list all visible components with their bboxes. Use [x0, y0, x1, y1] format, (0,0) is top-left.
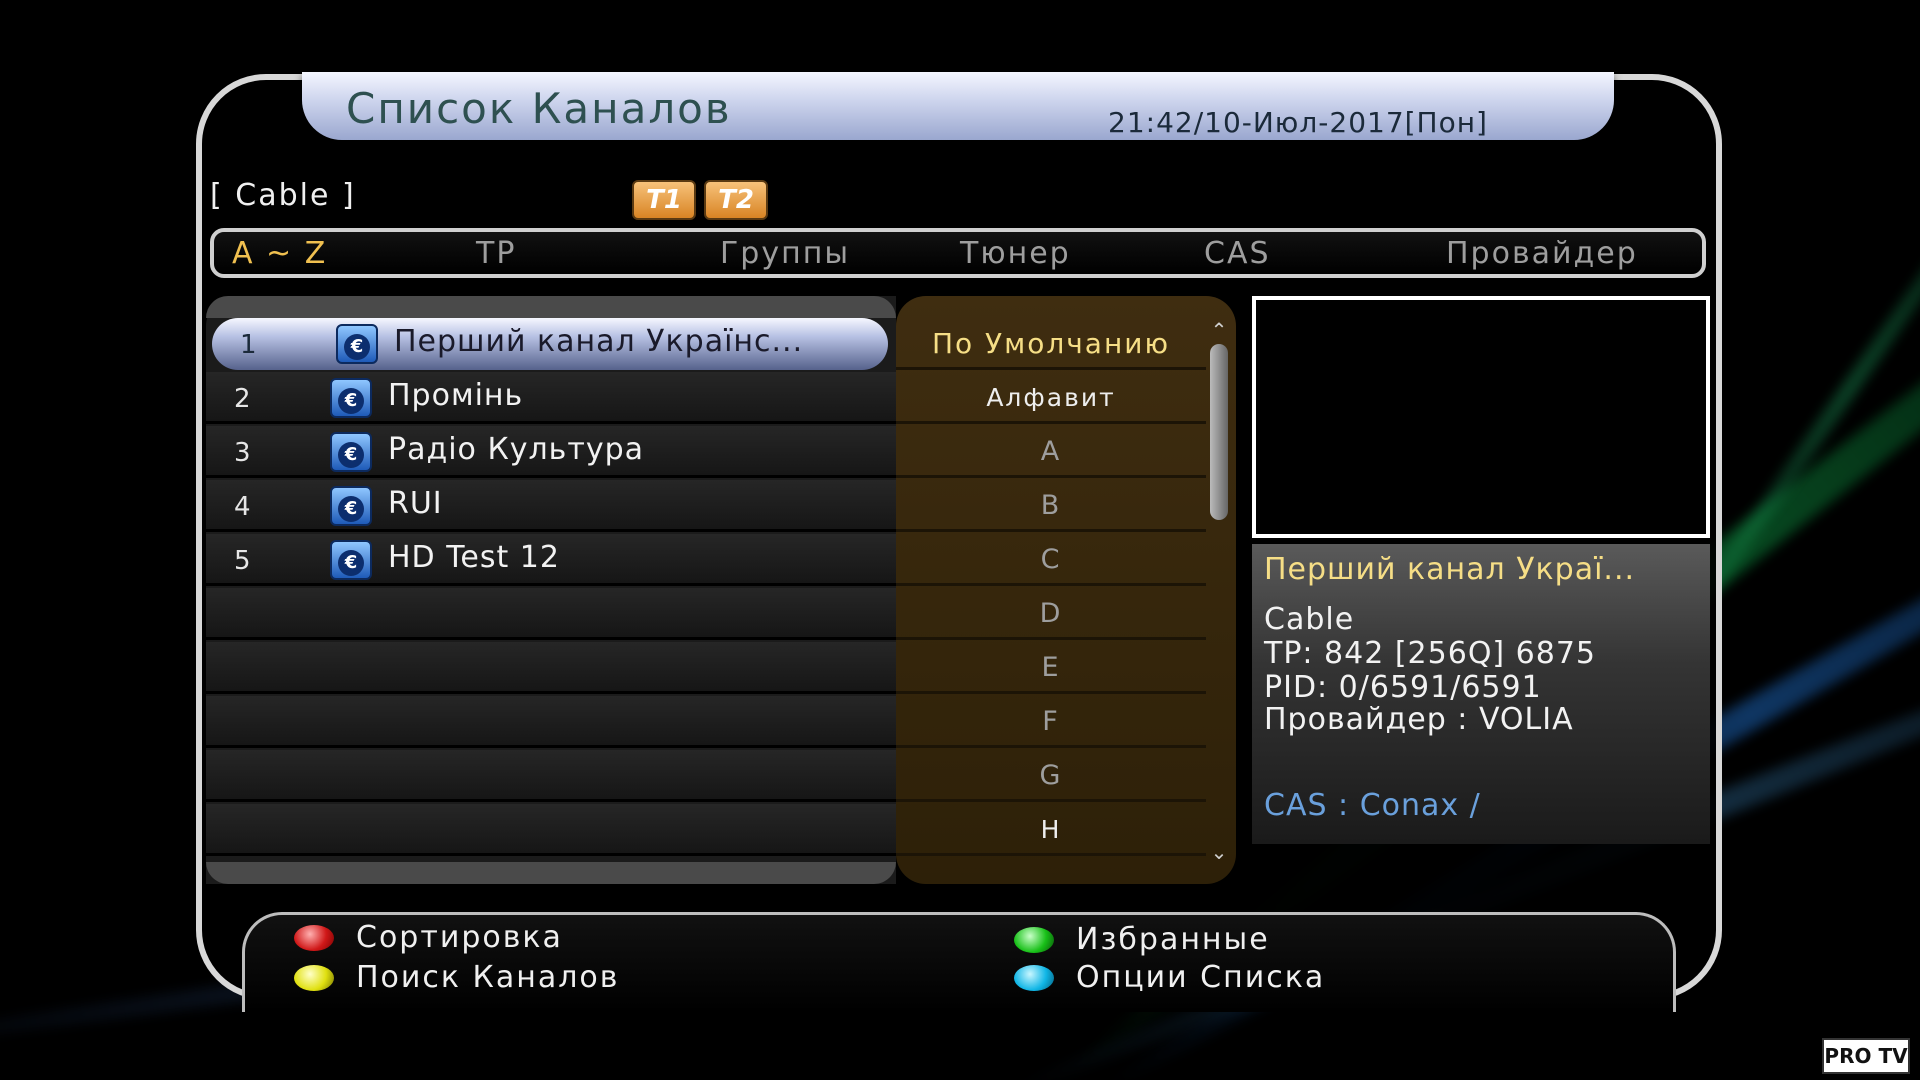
red-key-sort[interactable]: Сортировка: [294, 920, 563, 955]
sort-option-letter[interactable]: F: [896, 696, 1206, 748]
channel-list-top: [206, 296, 896, 318]
info-channel-name: Перший канал Украї...: [1264, 552, 1636, 587]
info-cas: CAS : Conax /: [1264, 788, 1481, 823]
tab-tuner[interactable]: Тюнер: [960, 236, 1071, 271]
tuner-t1-badge: T1: [632, 180, 696, 220]
tab-a-z[interactable]: A ~ Z: [232, 236, 327, 271]
euro-cas-icon: €: [336, 324, 378, 364]
tab-cas[interactable]: CAS: [1204, 236, 1271, 271]
tab-provider[interactable]: Провайдер: [1446, 236, 1638, 271]
channel-number: 2: [234, 384, 251, 414]
scroll-down-icon[interactable]: ⌄: [1206, 842, 1232, 862]
scroll-up-icon[interactable]: ⌃: [1206, 320, 1232, 340]
channel-name: Перший канал Українс...: [394, 324, 804, 359]
info-pid: PID: 0/6591/6591: [1264, 670, 1542, 705]
page-title: Список Каналов: [346, 84, 732, 133]
red-button-icon: [294, 924, 334, 951]
red-key-label: Сортировка: [356, 920, 563, 955]
yellow-key-search[interactable]: Поиск Каналов: [294, 960, 619, 995]
channel-row[interactable]: 1 € Перший канал Українс...: [212, 318, 888, 370]
euro-cas-icon: €: [330, 486, 372, 526]
info-source: Cable: [1264, 602, 1355, 637]
channel-row[interactable]: 5 € HD Test 12: [206, 534, 896, 586]
channel-name: Промінь: [388, 378, 524, 413]
euro-cas-icon: €: [330, 432, 372, 472]
sort-option-default[interactable]: По Умолчанию: [896, 318, 1206, 370]
sort-tabs: A ~ Z TP Группы Тюнер CAS Провайдер: [210, 228, 1706, 278]
datetime: 21:42/10-Июл-2017[Пон]: [1108, 106, 1488, 139]
sort-option-letter[interactable]: C: [896, 534, 1206, 586]
video-preview: [1252, 296, 1710, 538]
tuner-badges: T1 T2: [632, 180, 768, 220]
sort-option-letter[interactable]: E: [896, 642, 1206, 694]
empty-row: [206, 804, 896, 856]
source-label: [ Cable ]: [210, 178, 356, 213]
scrollbar-thumb[interactable]: [1210, 344, 1228, 520]
sort-option-alphabet[interactable]: Алфавит: [896, 372, 1206, 424]
empty-row: [206, 750, 896, 802]
empty-row: [206, 696, 896, 748]
channel-number: 1: [240, 330, 257, 360]
sort-option-letter[interactable]: D: [896, 588, 1206, 640]
sort-option-letter[interactable]: G: [896, 750, 1206, 802]
tab-groups[interactable]: Группы: [720, 236, 850, 271]
channel-row[interactable]: 4 € RUI: [206, 480, 896, 532]
green-button-icon: [1014, 926, 1054, 953]
channel-number: 5: [234, 546, 251, 576]
sort-option-letter[interactable]: H: [896, 804, 1206, 856]
channel-row[interactable]: 3 € Радіо Культура: [206, 426, 896, 478]
tab-tp[interactable]: TP: [476, 236, 516, 271]
channel-number: 4: [234, 492, 251, 522]
euro-cas-icon: €: [330, 540, 372, 580]
blue-key-options[interactable]: Опции Списка: [1014, 960, 1325, 995]
channel-list-bottom: [206, 862, 896, 884]
empty-row: [206, 588, 896, 640]
info-provider: Провайдер : VOLIA: [1264, 702, 1574, 737]
info-tp: TP: 842 [256Q] 6875: [1264, 636, 1597, 671]
channel-name: Радіо Культура: [388, 432, 645, 467]
watermark-logo: PRO TV: [1822, 1038, 1910, 1074]
green-key-label: Избранные: [1076, 922, 1270, 957]
green-key-favorites[interactable]: Избранные: [1014, 922, 1270, 957]
sort-option-letter[interactable]: A: [896, 426, 1206, 478]
blue-key-label: Опции Списка: [1076, 960, 1326, 995]
yellow-key-label: Поиск Каналов: [356, 960, 620, 995]
channel-name: RUI: [388, 486, 443, 521]
yellow-button-icon: [294, 964, 334, 991]
channel-row[interactable]: 2 € Промінь: [206, 372, 896, 424]
tuner-t2-badge: T2: [704, 180, 768, 220]
empty-row: [206, 642, 896, 694]
sort-option-letter[interactable]: B: [896, 480, 1206, 532]
euro-cas-icon: €: [330, 378, 372, 418]
blue-button-icon: [1014, 964, 1054, 991]
channel-number: 3: [234, 438, 251, 468]
channel-name: HD Test 12: [388, 540, 560, 575]
